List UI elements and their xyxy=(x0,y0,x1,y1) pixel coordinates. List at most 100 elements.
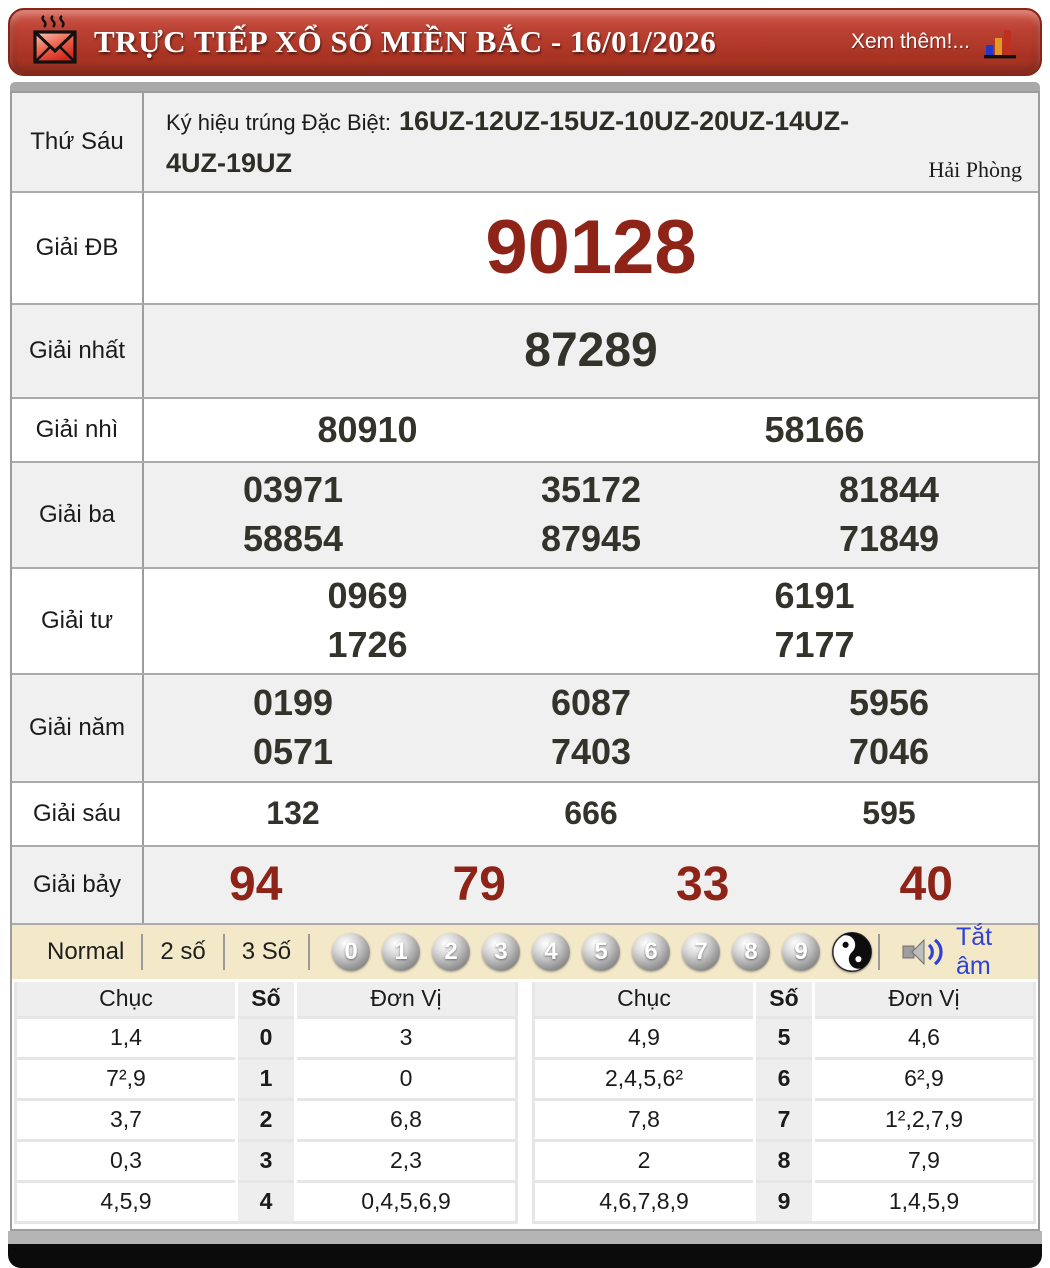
stats-value-cell: 6²,9 xyxy=(814,1058,1034,1099)
results-panel: Thứ Sáu Ký hiệu trúng Đặc Biệt:16UZ-12UZ… xyxy=(10,91,1040,1231)
prize-number: 1726 xyxy=(144,624,591,666)
symbol-row: Thứ Sáu Ký hiệu trúng Đặc Biệt:16UZ-12UZ… xyxy=(12,93,1038,191)
number-ball-0[interactable]: 0 xyxy=(332,933,370,971)
digit-stats: ChụcSốĐơn Vị1,4037²,9103,726,80,332,34,5… xyxy=(12,979,1038,1229)
stats-row: 1,403 xyxy=(17,1017,515,1058)
prize-number: 33 xyxy=(591,857,815,912)
number-ball-7[interactable]: 7 xyxy=(682,933,720,971)
prize-line: 588548794571849 xyxy=(144,518,1038,560)
stats-digit-cell: 2 xyxy=(237,1099,296,1140)
number-ball-2[interactable]: 2 xyxy=(432,933,470,971)
prize-row-5: Giải tư0969619117267177 xyxy=(12,567,1038,673)
prize-number: 81844 xyxy=(740,469,1038,511)
prize-label: Giải ba xyxy=(12,463,144,567)
stats-header-donvi: Đơn Vị xyxy=(814,982,1034,1018)
prize-number: 87289 xyxy=(144,323,1038,378)
prize-number: 0571 xyxy=(144,731,442,773)
prize-label: Giải nhất xyxy=(12,305,144,397)
lottery-page: TRỰC TIẾP XỔ SỐ MIỀN BẮC - 16/01/2026 Xe… xyxy=(0,8,1050,1268)
stats-digit-cell: 6 xyxy=(755,1058,814,1099)
see-more-link[interactable]: Xem thêm!... xyxy=(851,30,970,54)
prize-number: 595 xyxy=(740,795,1038,832)
stats-value-cell: 4,6 xyxy=(814,1017,1034,1058)
mute-button[interactable]: Tắt âm xyxy=(902,923,1026,981)
prize-number: 58166 xyxy=(591,409,1038,451)
prize-number: 6087 xyxy=(442,682,740,724)
mode-separator xyxy=(308,934,310,970)
prize-number: 7403 xyxy=(442,731,740,773)
stats-digit-cell: 3 xyxy=(237,1140,296,1181)
stats-digit-cell: 8 xyxy=(755,1140,814,1181)
stats-row: 0,332,3 xyxy=(17,1140,515,1181)
stats-digit-cell: 9 xyxy=(755,1181,814,1222)
stats-value-cell: 1²,2,7,9 xyxy=(814,1099,1034,1140)
number-ball-1[interactable]: 1 xyxy=(382,933,420,971)
stats-value-cell: 3 xyxy=(296,1017,516,1058)
prize-number: 666 xyxy=(442,795,740,832)
prize-rows: Thứ Sáu Ký hiệu trúng Đặc Biệt:16UZ-12UZ… xyxy=(12,93,1038,923)
prize-line: 132666595 xyxy=(144,795,1038,832)
prize-number: 7046 xyxy=(740,731,1038,773)
stats-header-so: Số xyxy=(237,982,296,1018)
stats-row: 4,6,7,8,991,4,5,9 xyxy=(535,1181,1033,1222)
prize-line: 039713517281844 xyxy=(144,469,1038,511)
stats-row: 287,9 xyxy=(535,1140,1033,1181)
stats-value-cell: 2,3 xyxy=(296,1140,516,1181)
stats-value-cell: 4,6,7,8,9 xyxy=(535,1181,755,1222)
prize-number: 90128 xyxy=(144,204,1038,291)
prize-numbers: 019960875956 057174037046 xyxy=(144,675,1038,781)
prize-row-4: Giải ba039713517281844 588548794571849 xyxy=(12,461,1038,567)
stats-digit-cell: 5 xyxy=(755,1017,814,1058)
number-ball-5[interactable]: 5 xyxy=(582,933,620,971)
stats-value-cell: 7,8 xyxy=(535,1099,755,1140)
mode-button-2-số[interactable]: 2 số xyxy=(143,938,222,966)
stats-row: 2,4,5,6²66²,9 xyxy=(535,1058,1033,1099)
prize-number: 40 xyxy=(815,857,1039,912)
header-divider xyxy=(10,82,1040,91)
header-bar: TRỰC TIẾP XỔ SỐ MIỀN BẮC - 16/01/2026 Xe… xyxy=(8,8,1042,76)
speaker-icon xyxy=(902,936,946,968)
stats-row: 7,871²,2,7,9 xyxy=(535,1099,1033,1140)
number-ball-6[interactable]: 6 xyxy=(632,933,670,971)
footer-black-bar xyxy=(8,1244,1042,1268)
prize-label: Giải bảy xyxy=(12,847,144,923)
stats-value-cell: 7²,9 xyxy=(17,1058,237,1099)
stats-digit-cell: 4 xyxy=(237,1181,296,1222)
number-ball-8[interactable]: 8 xyxy=(732,933,770,971)
prize-line: 90128 xyxy=(144,204,1038,291)
prize-line: 019960875956 xyxy=(144,682,1038,724)
bar-chart-icon[interactable] xyxy=(982,24,1018,60)
prize-line: 057174037046 xyxy=(144,731,1038,773)
prize-numbers: 039713517281844 588548794571849 xyxy=(144,463,1038,567)
stats-value-cell: 3,7 xyxy=(17,1099,237,1140)
digit-stats-table: ChụcSốĐơn Vị1,4037²,9103,726,80,332,34,5… xyxy=(17,982,515,1224)
prize-label: Giải năm xyxy=(12,675,144,781)
footer-gray-bar xyxy=(8,1231,1042,1244)
yin-yang-icon[interactable] xyxy=(832,932,872,972)
stats-digit-cell: 7 xyxy=(755,1099,814,1140)
prize-line: 8091058166 xyxy=(144,409,1038,451)
stats-header-chuc: Chục xyxy=(17,982,237,1018)
number-ball-4[interactable]: 4 xyxy=(532,933,570,971)
mode-button-normal[interactable]: Normal xyxy=(30,938,141,966)
prize-number: 0199 xyxy=(144,682,442,724)
stats-header-donvi: Đơn Vị xyxy=(296,982,516,1018)
prize-number: 6191 xyxy=(591,575,1038,617)
prize-line: 17267177 xyxy=(144,624,1038,666)
mode-button-3-số[interactable]: 3 Số xyxy=(225,938,308,966)
prize-number: 58854 xyxy=(144,518,442,560)
stats-header-so: Số xyxy=(755,982,814,1018)
stats-value-cell: 7,9 xyxy=(814,1140,1034,1181)
prize-number: 7177 xyxy=(591,624,1038,666)
number-ball-3[interactable]: 3 xyxy=(482,933,520,971)
prize-row-1: Giải ĐB90128 xyxy=(12,191,1038,303)
prize-number: 94 xyxy=(144,857,368,912)
stats-digit-cell: 0 xyxy=(237,1017,296,1058)
prize-number: 71849 xyxy=(740,518,1038,560)
stats-value-cell: 1,4 xyxy=(17,1017,237,1058)
number-ball-9[interactable]: 9 xyxy=(782,933,820,971)
prize-number: 132 xyxy=(144,795,442,832)
stats-value-cell: 2 xyxy=(535,1140,755,1181)
stats-value-cell: 4,9 xyxy=(535,1017,755,1058)
stats-row: 3,726,8 xyxy=(17,1099,515,1140)
